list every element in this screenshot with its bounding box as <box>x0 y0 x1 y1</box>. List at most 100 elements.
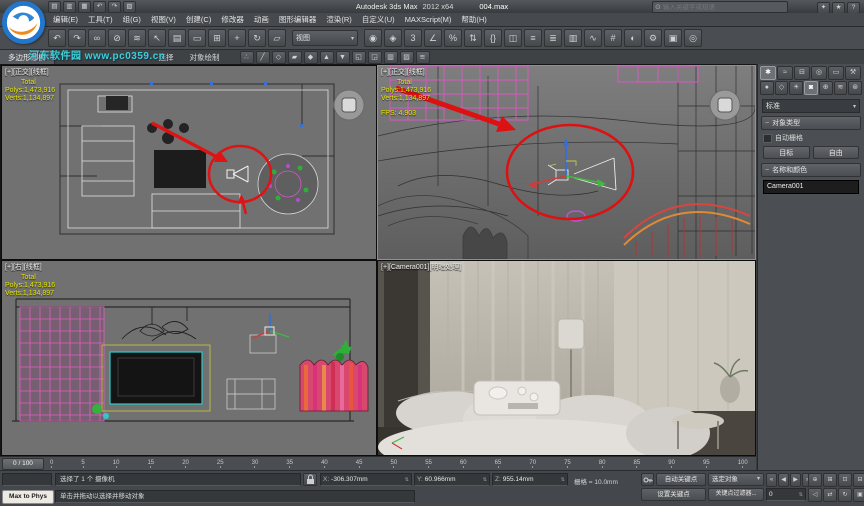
help-icon[interactable]: ? <box>847 2 860 14</box>
set-key-icon-button[interactable] <box>641 473 654 486</box>
lights-category-icon[interactable]: ☀ <box>789 81 803 95</box>
field-of-view-icon[interactable]: ◁ <box>808 488 822 502</box>
spinner-snap-icon[interactable]: ⇅ <box>464 29 482 47</box>
align-icon[interactable]: ≡ <box>524 29 542 47</box>
x-coordinate-field[interactable]: X:-306.307mm⇅ <box>320 473 412 486</box>
menu-item[interactable]: 编辑(E) <box>48 14 83 25</box>
hierarchy-tab-icon[interactable]: ⊟ <box>794 66 810 80</box>
redo-icon[interactable]: ↷ <box>108 1 121 13</box>
time-ruler[interactable]: 0510152025303540455055606570758085909510… <box>44 460 756 468</box>
zoom-icon[interactable]: ⊕ <box>808 473 822 487</box>
menu-item[interactable]: 组(G) <box>118 14 146 25</box>
mirror-icon[interactable]: ◫ <box>504 29 522 47</box>
y-coordinate-field[interactable]: Y:60.966mm⇅ <box>414 473 490 486</box>
infocenter-search[interactable]: ⊙ <box>652 1 788 13</box>
search-input[interactable] <box>661 4 785 11</box>
menu-item[interactable]: 修改器 <box>216 14 249 25</box>
zoom-extents-icon[interactable]: ⊡ <box>838 473 852 487</box>
edge-mode-icon[interactable]: ╱ <box>256 51 270 64</box>
rectangular-selection-region-icon[interactable]: ▭ <box>188 29 206 47</box>
motion-tab-icon[interactable]: ◎ <box>811 66 827 80</box>
set-key-button[interactable]: 设置关键点 <box>641 488 706 501</box>
menu-item[interactable]: 图形编辑器 <box>274 14 322 25</box>
select-object-icon[interactable]: ↖ <box>148 29 166 47</box>
layer-manager-icon[interactable]: ≣ <box>544 29 562 47</box>
cameras-category-icon[interactable]: ◙ <box>804 81 818 95</box>
named-selection-sets-icon[interactable]: {} <box>484 29 502 47</box>
render-setup-icon[interactable]: ⚙ <box>644 29 662 47</box>
orbit-camera-icon[interactable]: ↻ <box>838 488 852 502</box>
new-scene-icon[interactable]: ▤ <box>48 1 61 13</box>
element-mode-icon[interactable]: ◆ <box>304 51 318 64</box>
select-and-link-icon[interactable]: ∞ <box>88 29 106 47</box>
maximize-viewport-toggle-icon[interactable]: ▣ <box>853 488 864 502</box>
zoom-extents-all-icon[interactable]: ⊟ <box>853 473 864 487</box>
viewport-bottom-left[interactable]: [+][右][线框] Total Polys:1,473,916 Verts:1… <box>1 260 377 456</box>
modify-tab-icon[interactable]: ≈ <box>777 66 793 80</box>
viewport-label[interactable]: [+][正交][线框] <box>381 67 425 77</box>
bevel-tool-icon[interactable]: ▼ <box>336 51 350 64</box>
use-pivot-center-icon[interactable]: ◉ <box>364 29 382 47</box>
select-and-scale-icon[interactable]: ▱ <box>268 29 286 47</box>
viewport-top-right[interactable]: [+][正交][线框] Total Polys:1,473,916 Verts:… <box>377 65 756 260</box>
shapes-category-icon[interactable]: ◇ <box>775 81 789 95</box>
viewport-top-left[interactable]: [+][正交][线框] Total Polys:1,473,916 Verts:… <box>1 65 377 260</box>
inset-tool-icon[interactable]: ◱ <box>352 51 366 64</box>
outline-tool-icon[interactable]: ◲ <box>368 51 382 64</box>
viewport-label[interactable]: [+][正交][线框] <box>5 67 49 77</box>
schematic-view-icon[interactable]: # <box>604 29 622 47</box>
ribbon-tab[interactable]: 对象绘制 <box>182 50 228 64</box>
target-camera-button[interactable]: 目标 <box>763 146 810 159</box>
material-editor-icon[interactable]: ◐ <box>624 29 642 47</box>
select-and-rotate-icon[interactable]: ↻ <box>248 29 266 47</box>
object-name-field[interactable]: Camera001 <box>763 180 859 194</box>
pan-view-icon[interactable]: ⇄ <box>823 488 837 502</box>
angle-snap-icon[interactable]: ∠ <box>424 29 442 47</box>
key-scope-dropdown[interactable]: 选定对象▾ <box>708 473 764 486</box>
viewport-label[interactable]: [+][Camera001][明暗处理] <box>381 262 461 272</box>
unlink-selection-icon[interactable]: ⊘ <box>108 29 126 47</box>
checkbox-box[interactable] <box>763 134 772 143</box>
redo-icon[interactable]: ↷ <box>68 29 86 47</box>
graphite-ribbon-toggle-icon[interactable]: ▥ <box>564 29 582 47</box>
undo-icon[interactable]: ↶ <box>48 29 66 47</box>
time-slider[interactable]: 0 / 100 05101520253035404550556065707580… <box>0 456 756 470</box>
key-filters-button[interactable]: 关键点过滤器... <box>708 488 764 501</box>
zoom-all-icon[interactable]: ⊞ <box>823 473 837 487</box>
current-frame-field[interactable]: 0⇅ <box>766 488 806 501</box>
smooth-tool-icon[interactable]: ≊ <box>416 51 430 64</box>
border-mode-icon[interactable]: ◇ <box>272 51 286 64</box>
menu-item[interactable]: 帮助(H) <box>456 14 491 25</box>
percent-snap-icon[interactable]: % <box>444 29 462 47</box>
menu-item[interactable]: 工具(T) <box>83 14 118 25</box>
helpers-category-icon[interactable]: ⊕ <box>819 81 833 95</box>
utilities-tab-icon[interactable]: ⚒ <box>845 66 861 80</box>
systems-category-icon[interactable]: ⊛ <box>848 81 862 95</box>
geometry-category-icon[interactable]: ● <box>760 81 774 95</box>
vertex-mode-icon[interactable]: ∴ <box>240 51 254 64</box>
extrude-tool-icon[interactable]: ▲ <box>320 51 334 64</box>
time-slider-handle[interactable]: 0 / 100 <box>2 458 44 470</box>
mini-script-listener[interactable] <box>2 473 52 486</box>
project-folder-icon[interactable]: ▧ <box>123 1 136 13</box>
open-file-icon[interactable]: ▥ <box>63 1 76 13</box>
window-crossing-icon[interactable]: ⊞ <box>208 29 226 47</box>
menu-item[interactable]: 动画 <box>249 14 274 25</box>
play-animation-icon[interactable]: ▶ <box>790 473 801 487</box>
undo-icon[interactable]: ↶ <box>93 1 106 13</box>
previous-frame-icon[interactable]: ◀ <box>778 473 789 487</box>
max-to-phys-button[interactable]: Max to Phys <box>2 490 54 504</box>
autogrid-checkbox[interactable]: 自动栅格 <box>763 133 859 143</box>
menu-item[interactable]: 渲染(R) <box>321 14 356 25</box>
bind-to-space-warp-icon[interactable]: ≋ <box>128 29 146 47</box>
snaps-toggle-icon[interactable]: 3 <box>404 29 422 47</box>
free-camera-button[interactable]: 自由 <box>813 146 860 159</box>
favorites-icon[interactable]: ★ <box>832 2 845 14</box>
go-to-start-icon[interactable]: « <box>766 473 777 487</box>
render-production-icon[interactable]: ◎ <box>684 29 702 47</box>
selection-lock-toggle[interactable] <box>303 473 317 486</box>
object-class-dropdown[interactable]: 标准▾ <box>762 99 860 113</box>
menu-item[interactable]: 自定义(U) <box>357 14 400 25</box>
curve-editor-icon[interactable]: ∿ <box>584 29 602 47</box>
weld-tool-icon[interactable]: ▨ <box>400 51 414 64</box>
